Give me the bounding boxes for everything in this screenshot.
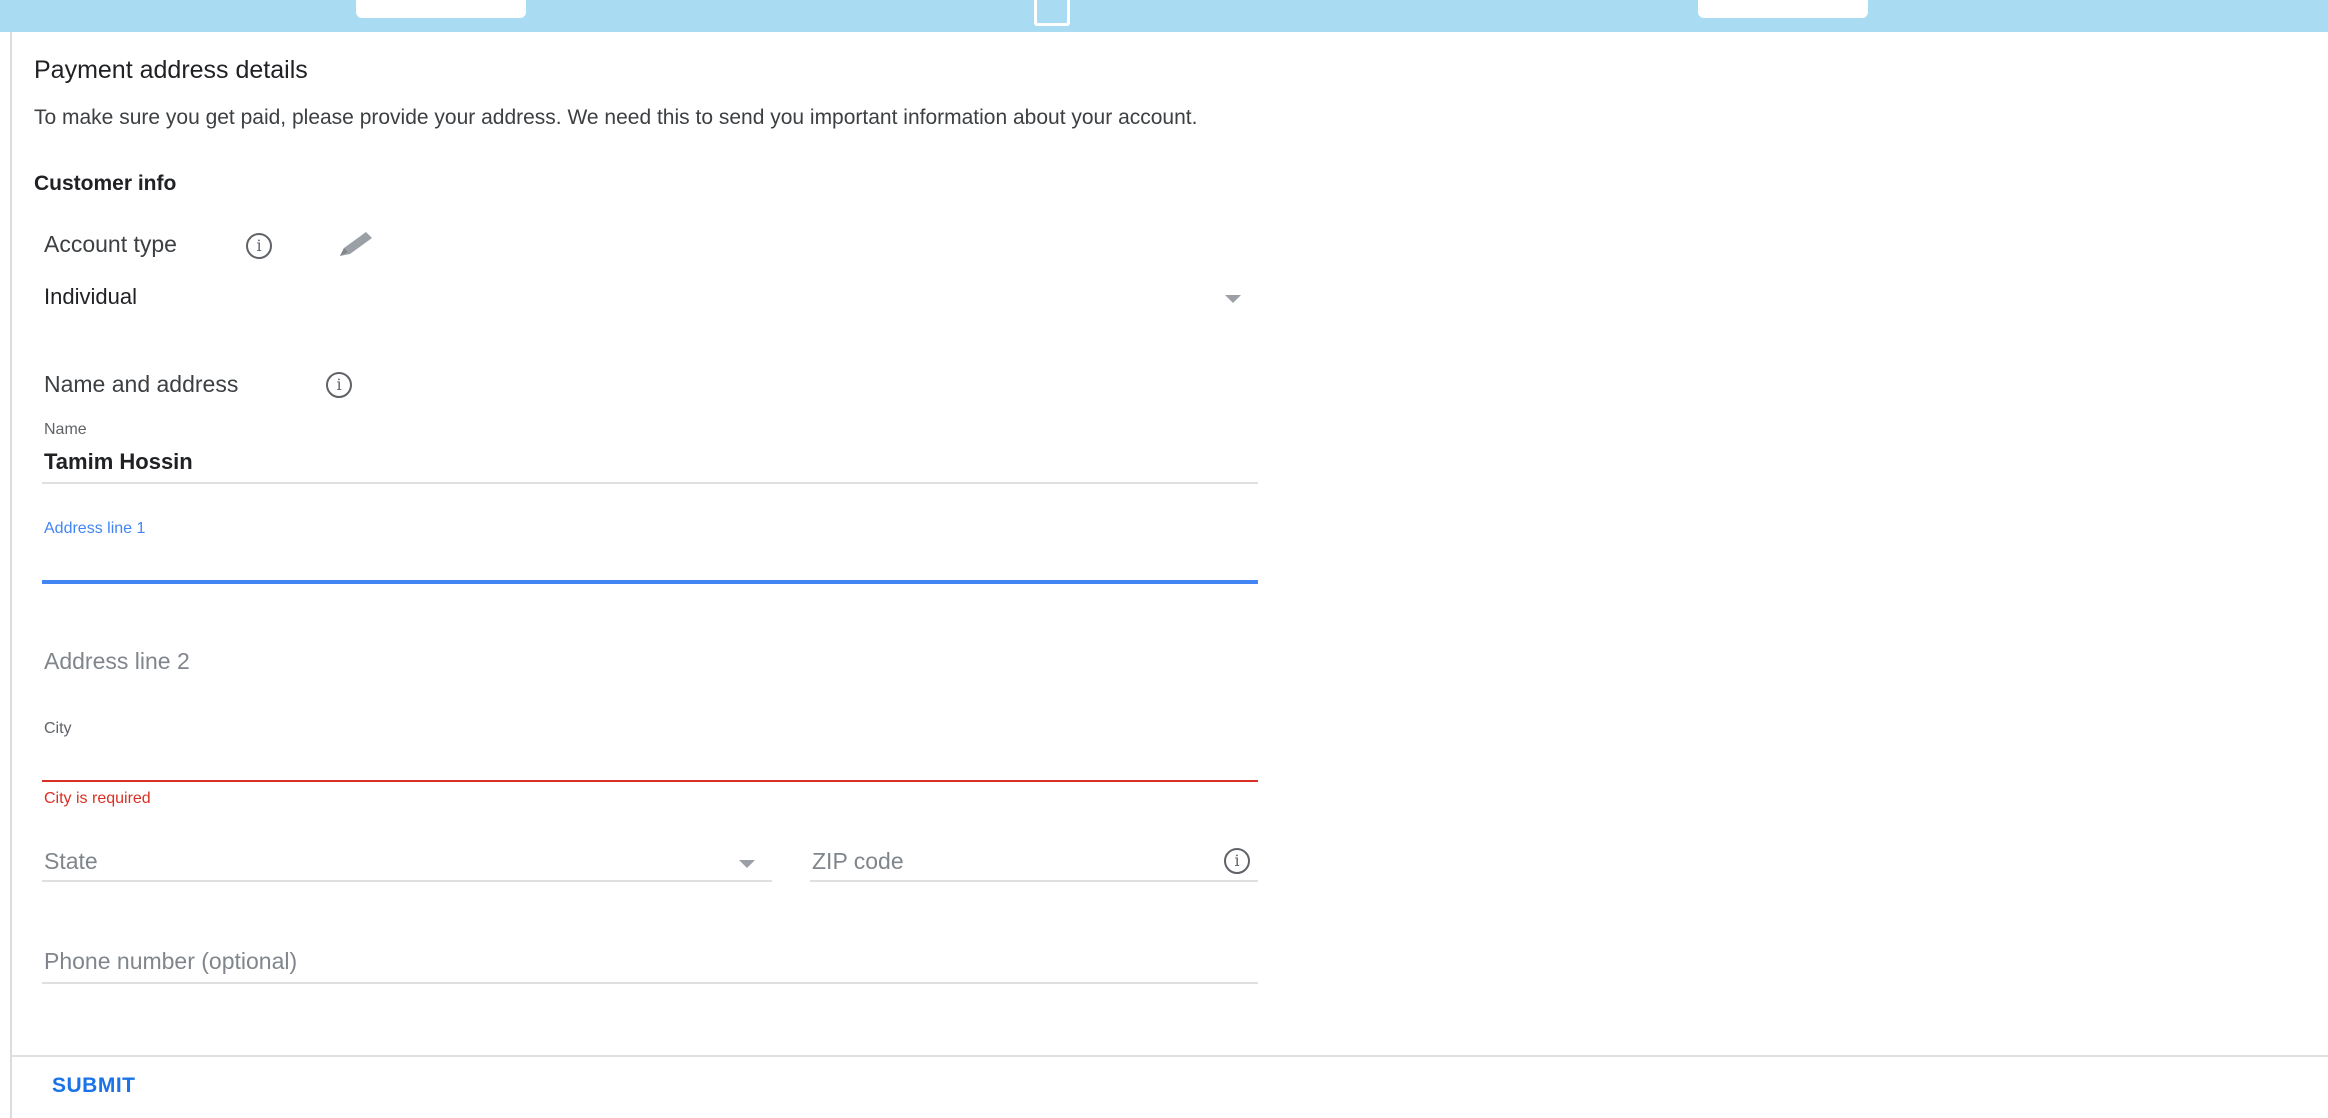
city-field-underline	[42, 780, 1258, 782]
phone-number-underline	[42, 982, 1258, 984]
city-field-label: City	[44, 720, 72, 737]
banner-shape	[356, 0, 526, 18]
dropdown-caret-icon[interactable]	[739, 860, 755, 868]
address-line-1-label: Address line 1	[44, 520, 146, 537]
address-line-2-field[interactable]: Address line 2	[44, 648, 190, 675]
name-field[interactable]: Tamim Hossin	[44, 449, 193, 475]
account-type-selected: Individual	[44, 284, 137, 309]
info-icon[interactable]: i	[1224, 848, 1250, 874]
top-banner	[0, 0, 2328, 32]
city-error-message: City is required	[44, 790, 151, 807]
name-and-address-heading: Name and address	[44, 371, 239, 397]
page-description: To make sure you get paid, please provid…	[34, 106, 1198, 129]
pencil-icon[interactable]	[336, 228, 376, 260]
footer-divider	[12, 1055, 2328, 1057]
state-select[interactable]: State	[44, 848, 98, 875]
account-type-select[interactable]: Individual	[44, 284, 1256, 310]
banner-shape	[1034, 0, 1070, 26]
submit-button[interactable]: SUBMIT	[52, 1074, 136, 1098]
name-field-underline	[42, 482, 1258, 484]
state-select-underline	[42, 880, 772, 882]
banner-shape	[1698, 0, 1868, 18]
zip-code-field[interactable]: ZIP code	[812, 848, 904, 875]
page-title: Payment address details	[34, 56, 308, 84]
name-field-label: Name	[44, 421, 87, 438]
info-icon[interactable]: i	[246, 233, 272, 259]
dropdown-caret-icon[interactable]	[1225, 295, 1241, 303]
info-icon[interactable]: i	[326, 372, 352, 398]
address-line-1-underline	[42, 580, 1258, 584]
address-line-1-field[interactable]	[42, 540, 1258, 580]
customer-info-heading: Customer info	[34, 172, 177, 195]
account-type-label: Account type	[44, 231, 177, 257]
zip-code-underline	[810, 880, 1258, 882]
city-field[interactable]	[42, 740, 1258, 780]
phone-number-field[interactable]: Phone number (optional)	[44, 948, 297, 975]
